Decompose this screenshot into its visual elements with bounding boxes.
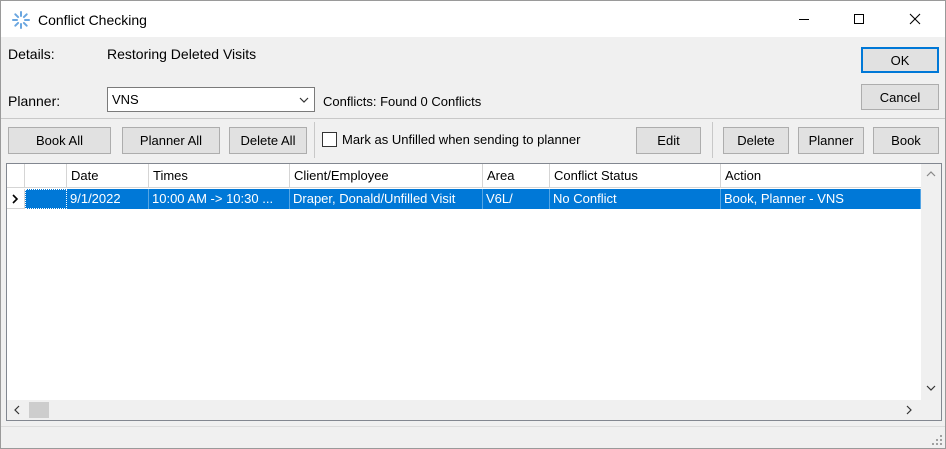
minimize-button[interactable]	[781, 1, 827, 37]
scroll-right-icon[interactable]	[903, 404, 915, 416]
row-indicator[interactable]	[7, 189, 25, 209]
maximize-button[interactable]	[836, 1, 882, 37]
maximize-icon	[854, 14, 864, 24]
app-icon	[12, 11, 30, 29]
conflict-checking-window: Conflict Checking Details: Restoring Del…	[0, 0, 946, 449]
details-value: Restoring Deleted Visits	[107, 46, 257, 62]
mark-unfilled-checkbox[interactable]	[322, 132, 337, 147]
delete-button[interactable]: Delete	[723, 127, 789, 154]
scroll-down-icon[interactable]	[925, 382, 937, 394]
horizontal-scroll-thumb[interactable]	[29, 402, 49, 418]
mark-unfilled-label: Mark as Unfilled when sending to planner	[342, 132, 581, 147]
row-cell-conflict-status[interactable]: No Conflict	[550, 189, 721, 209]
toolbar-divider	[712, 122, 713, 158]
column-header-action[interactable]: Action	[721, 164, 921, 188]
resize-grip-icon[interactable]	[932, 435, 942, 445]
book-button[interactable]: Book	[873, 127, 939, 154]
window-title: Conflict Checking	[38, 12, 147, 28]
row-cell-client-employee[interactable]: Draper, Donald/Unfilled Visit	[290, 189, 483, 209]
table-row[interactable]: 9/1/2022 10:00 AM -> 10:30 ... Draper, D…	[7, 189, 921, 209]
column-header-blank	[25, 164, 67, 188]
grid-header: Date Times Client/Employee Area Conflict…	[7, 164, 921, 188]
column-header-area[interactable]: Area	[483, 164, 550, 188]
cancel-button[interactable]: Cancel	[861, 84, 939, 110]
delete-all-button[interactable]: Delete All	[229, 127, 307, 154]
conflicts-grid[interactable]: Date Times Client/Employee Area Conflict…	[6, 163, 942, 421]
chevron-down-icon	[299, 97, 309, 103]
row-cell-blank[interactable]	[25, 189, 67, 209]
current-row-arrow-icon	[12, 194, 19, 204]
planner-select[interactable]: VNS	[107, 87, 315, 112]
divider	[1, 118, 945, 119]
conflicts-count: Conflicts: Found 0 Conflicts	[323, 94, 482, 109]
details-label: Details:	[8, 46, 55, 62]
row-header-corner	[7, 164, 25, 188]
row-cell-action[interactable]: Book, Planner - VNS	[721, 189, 921, 209]
row-cell-area[interactable]: V6L/	[483, 189, 550, 209]
planner-button[interactable]: Planner	[798, 127, 864, 154]
scroll-up-icon[interactable]	[925, 168, 937, 180]
title-bar: Conflict Checking	[1, 1, 945, 37]
minimize-icon	[799, 19, 809, 20]
scroll-left-icon[interactable]	[11, 404, 23, 416]
row-cell-times[interactable]: 10:00 AM -> 10:30 ...	[149, 189, 290, 209]
vertical-scrollbar[interactable]	[921, 164, 941, 400]
column-header-client-employee[interactable]: Client/Employee	[290, 164, 483, 188]
row-cell-date[interactable]: 9/1/2022	[67, 189, 149, 209]
planner-all-button[interactable]: Planner All	[122, 127, 220, 154]
close-icon	[909, 13, 921, 25]
planner-label: Planner:	[8, 93, 61, 109]
column-header-conflict-status[interactable]: Conflict Status	[550, 164, 721, 188]
scrollbar-corner	[921, 400, 941, 420]
status-bar	[1, 426, 945, 448]
close-button[interactable]	[892, 1, 938, 37]
column-header-date[interactable]: Date	[67, 164, 149, 188]
ok-button[interactable]: OK	[861, 47, 939, 73]
column-header-times[interactable]: Times	[149, 164, 290, 188]
book-all-button[interactable]: Book All	[8, 127, 111, 154]
planner-selected-value: VNS	[112, 92, 139, 107]
toolbar-divider	[314, 122, 315, 158]
edit-button[interactable]: Edit	[636, 127, 701, 154]
horizontal-scrollbar[interactable]	[7, 400, 921, 420]
